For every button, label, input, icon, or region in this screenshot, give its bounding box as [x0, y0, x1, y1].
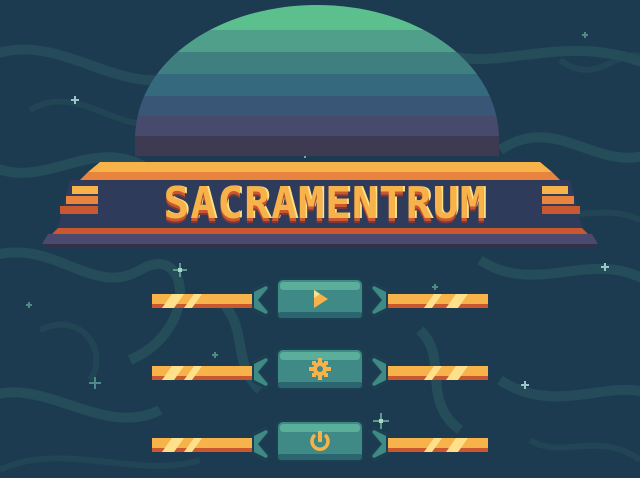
title-banner	[42, 162, 598, 248]
play-icon	[314, 290, 328, 308]
menu-row-settings: Settings	[150, 348, 490, 392]
game-title: SACRAMENTRUM	[163, 177, 487, 229]
quit-button[interactable]: Quit	[272, 420, 368, 462]
gear-icon	[309, 358, 331, 380]
main-menu-screen: SACRAMENTRUM	[0, 0, 640, 478]
power-icon	[310, 431, 330, 451]
menu-row-play: Play	[150, 278, 490, 322]
play-button[interactable]: Play	[272, 278, 368, 320]
menu-row-quit: Quit	[150, 420, 490, 464]
settings-button[interactable]: Settings	[272, 348, 368, 390]
